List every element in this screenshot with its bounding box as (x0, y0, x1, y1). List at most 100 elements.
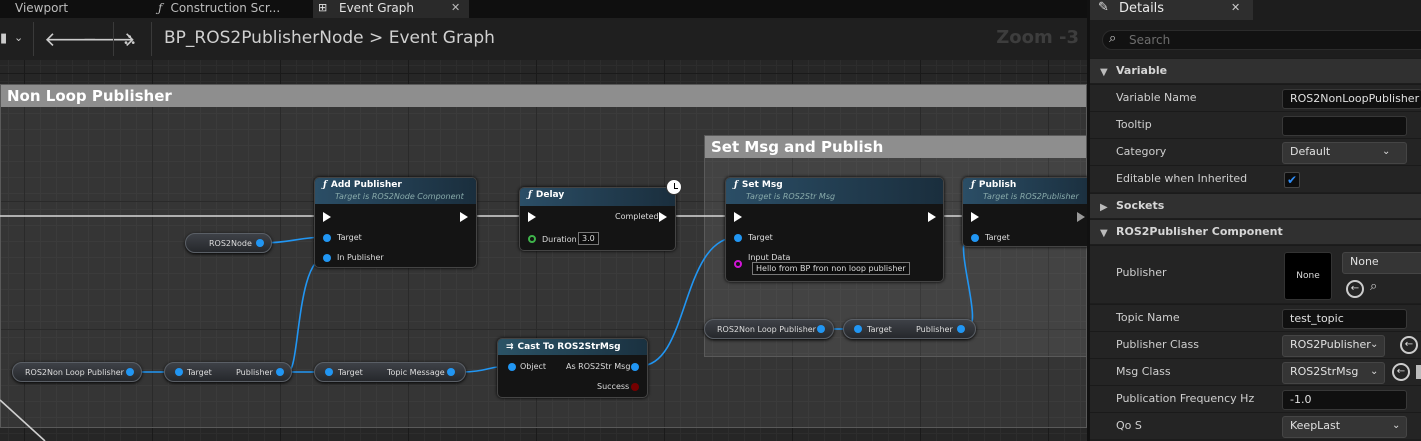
node-publish[interactable]: ƒ Publish Target is ROS2Publisher Target (962, 177, 1087, 247)
variable-name-field[interactable]: ROS2NonLoopPublisher (1282, 89, 1421, 109)
check-icon: ✔ (1286, 173, 1298, 187)
var-non-loop-publisher[interactable]: ROS2Non Loop Publisher (12, 362, 142, 382)
object-pin[interactable] (508, 363, 516, 371)
var-out-pin[interactable] (256, 239, 264, 247)
pin-label: Duration (542, 235, 577, 244)
publisher-combo[interactable]: None (1342, 252, 1421, 274)
search-input[interactable]: ⌕ Search (1102, 30, 1421, 50)
exec-out-pin[interactable] (928, 212, 936, 222)
search-placeholder: Search (1129, 33, 1171, 47)
row-label: Tooltip (1116, 118, 1152, 131)
breadcrumb-graph[interactable]: Event Graph (389, 28, 495, 48)
node-add-publisher[interactable]: ƒ Add Publisher Target is ROS2Node Compon… (314, 177, 477, 268)
node-delay[interactable]: ƒ Delay Completed Duration 3.0 (519, 187, 676, 251)
tab-event-graph[interactable]: ⊞ Event Graph ✕ (313, 0, 469, 18)
use-selected-icon[interactable]: ← (1400, 336, 1418, 354)
row-label: Publisher (1116, 266, 1167, 279)
qos-combo[interactable]: KeepLast (1282, 416, 1407, 438)
browse-icon[interactable]: ⌕ (1370, 279, 1377, 294)
getter-topic-message[interactable]: Target Topic Message (314, 362, 466, 382)
use-selected-icon[interactable]: ← (1392, 363, 1410, 381)
duration-pin[interactable] (528, 235, 536, 243)
graph-icon: ⊞ (318, 1, 328, 14)
category-sockets[interactable]: ▶ Sockets (1090, 193, 1421, 218)
target-pin[interactable] (175, 368, 183, 376)
exec-in-pin[interactable] (734, 212, 742, 222)
as-ros2strmsg-pin[interactable] (631, 363, 639, 371)
thumbnail-label: None (1296, 271, 1320, 281)
category-label: ROS2Publisher Component (1116, 225, 1283, 238)
pin-label: Object (520, 362, 547, 371)
var-ros2node[interactable]: ROS2Node (185, 233, 272, 253)
pin-label: As ROS2Str Msg (566, 362, 631, 371)
row-label: Qo S (1116, 419, 1142, 432)
input-data-pin[interactable] (734, 260, 742, 268)
tooltip-field[interactable] (1282, 116, 1407, 136)
in-publisher-pin[interactable] (323, 254, 331, 262)
success-pin[interactable] (631, 383, 639, 391)
browse-icon[interactable] (1416, 365, 1421, 379)
target-pin[interactable] (854, 325, 862, 333)
row-msg-class: Msg Class ROS2StrMsg ⌄ ← (1090, 358, 1421, 385)
category-ros2publisher-component[interactable]: ▼ ROS2Publisher Component (1090, 219, 1421, 244)
exec-out-pin[interactable] (460, 212, 468, 222)
close-icon[interactable]: ✕ (1231, 1, 1240, 14)
graph-canvas[interactable]: Non Loop Publisher Set Msg and Publish ƒ… (0, 60, 1087, 441)
pin-label: Target (748, 233, 773, 242)
tab-construction-script[interactable]: ƒ Construction Scr... (143, 0, 310, 18)
exec-in-pin[interactable] (971, 212, 979, 222)
exec-in-pin[interactable] (323, 212, 331, 222)
topic-name-field[interactable]: test_topic (1282, 309, 1407, 329)
target-pin[interactable] (971, 234, 979, 242)
topic-message-pin[interactable] (447, 368, 455, 376)
category-variable[interactable]: ▼ Variable (1090, 58, 1421, 83)
tab-details[interactable]: ✎ Details ✕ (1090, 0, 1253, 20)
clock-icon (666, 179, 682, 195)
var-out-pin[interactable] (817, 325, 825, 333)
var-out-pin[interactable] (126, 368, 134, 376)
row-label: Topic Name (1116, 311, 1180, 324)
target-pin[interactable] (323, 234, 331, 242)
breadcrumb-blueprint[interactable]: BP_ROS2PublisherNode (164, 28, 364, 48)
input-data-field[interactable]: Hello from BP fron non loop publisher (752, 262, 910, 275)
function-icon: ƒ (734, 180, 738, 190)
tab-viewport-label: Viewport (15, 1, 69, 15)
data-wire (287, 256, 327, 373)
tab-viewport[interactable]: Viewport (0, 0, 143, 18)
row-label: Editable when Inherited (1116, 172, 1248, 185)
exec-in-pin[interactable] (528, 212, 536, 222)
node-cast-to-ros2strmsg[interactable]: ⇉ Cast To ROS2StrMsg Object As ROS2Str Ms… (497, 338, 648, 398)
editable-checkbox[interactable]: ✔ (1284, 172, 1300, 188)
publisher-thumbnail[interactable]: None (1284, 252, 1332, 300)
target-pin[interactable] (734, 234, 742, 242)
row-label: Publisher Class (1116, 338, 1199, 351)
node-title: Delay (535, 190, 565, 200)
toolbar-divider (33, 22, 34, 56)
function-icon: ƒ (971, 180, 975, 190)
duration-input[interactable]: 3.0 (578, 232, 599, 245)
node-set-msg[interactable]: ƒ Set Msg Target is ROS2Str Msg Target In… (725, 177, 944, 282)
chevron-down-icon[interactable]: ⌄ (14, 31, 23, 44)
getter-publisher[interactable]: Target Publisher (843, 319, 976, 339)
close-icon[interactable]: ✕ (451, 0, 460, 16)
node-subtitle: Target is ROS2Publisher (983, 192, 1079, 201)
row-topic-name: Topic Name test_topic (1090, 304, 1421, 331)
getter-publisher[interactable]: Target Publisher (164, 362, 292, 382)
publisher-pin[interactable] (276, 368, 284, 376)
var-non-loop-publisher[interactable]: ROS2Non Loop Publisher (704, 319, 834, 339)
bookmark-icon[interactable]: ▮ (0, 31, 7, 46)
target-pin[interactable] (325, 368, 333, 376)
publisher-pin[interactable] (957, 325, 965, 333)
qos-value: KeepLast (1290, 419, 1341, 432)
frequency-field[interactable]: -1.0 (1282, 390, 1407, 410)
pin-label: Publisher (916, 325, 953, 334)
toolbar-divider (113, 22, 114, 56)
toolbar-divider (151, 22, 152, 56)
chevron-down-icon: ⌄ (1370, 339, 1379, 350)
use-selected-icon[interactable]: ← (1346, 280, 1364, 298)
row-label: Publication Frequency Hz (1116, 392, 1255, 405)
exec-out-pin[interactable] (659, 212, 667, 222)
publisher-value: None (1350, 255, 1379, 268)
function-icon: ƒ (323, 180, 327, 190)
exec-out-pin[interactable] (1077, 212, 1085, 222)
